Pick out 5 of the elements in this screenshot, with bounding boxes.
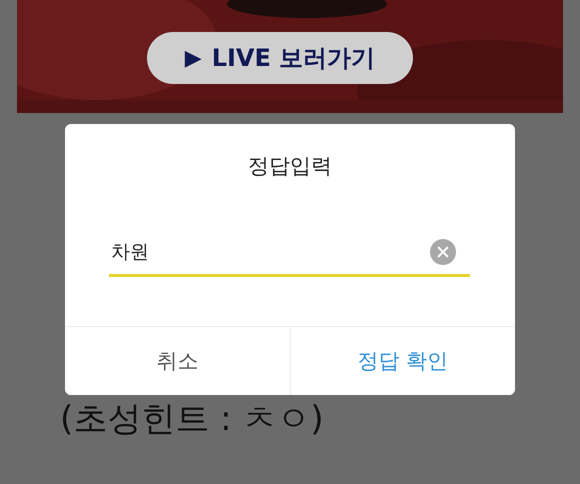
play-icon: ▶ <box>184 46 202 70</box>
live-button[interactable]: ▶ LIVE 보러가기 <box>147 32 413 84</box>
dialog-title: 정답입력 <box>247 153 333 180</box>
clear-icon[interactable] <box>430 239 456 265</box>
hint-text: (초성힌트 : ㅊㅇ) <box>60 398 324 441</box>
